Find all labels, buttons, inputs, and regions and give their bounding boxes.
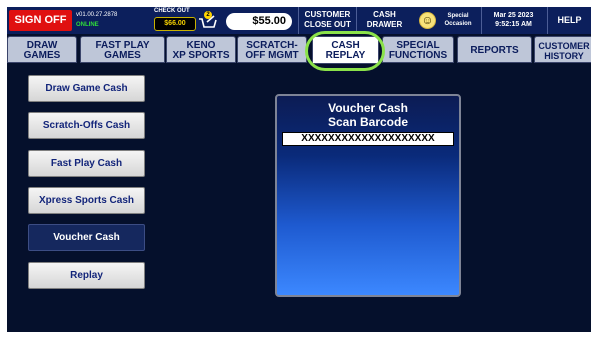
tab-cash-replay[interactable]: CASH REPLAY (312, 36, 379, 64)
cash-drawer-line1: CASH (373, 10, 396, 19)
xpress-sports-cash-button[interactable]: Xpress Sports Cash (28, 187, 145, 214)
panel-title: Voucher Cash (328, 101, 408, 115)
tab-line2: XP SPORTS (172, 50, 230, 61)
checkout-widget[interactable]: CHECK OUT $66.00 2 (150, 8, 220, 33)
close-out-line2: CLOSE OUT (304, 20, 351, 29)
panel-subtitle: Scan Barcode (327, 115, 409, 129)
tab-line2: REPLAY (325, 50, 366, 61)
tab-line2: FUNCTIONS (388, 50, 448, 61)
voucher-cash-panel: Voucher Cash Scan Barcode XXXXXXXXXXXXXX… (275, 94, 461, 297)
close-out-line1: CUSTOMER (304, 10, 351, 19)
tab-keno-xp-sports[interactable]: KENO XP SPORTS (166, 36, 236, 63)
version-status: v01.00.27.2878 ONLINE (74, 11, 130, 33)
replay-button[interactable]: Replay (28, 262, 145, 289)
special-occasion-button[interactable]: Special Occasion (437, 7, 479, 34)
checkout-label: CHECK OUT (154, 8, 190, 14)
tab-scratch-off-mgmt[interactable]: SCRATCH- OFF MGMT (237, 36, 307, 63)
special-line2: Occasion (444, 21, 472, 27)
help-button[interactable]: HELP (547, 7, 591, 34)
top-status-bar: SIGN OFF v01.00.27.2878 ONLINE CHECK OUT… (7, 7, 591, 34)
tab-fast-play-games[interactable]: FAST PLAY GAMES (80, 36, 165, 63)
tab-line2: GAMES (23, 50, 61, 61)
voucher-cash-button[interactable]: Voucher Cash (28, 224, 145, 251)
tab-special-functions[interactable]: SPECIAL FUNCTIONS (382, 36, 454, 63)
cash-drawer-line2: DRAWER (366, 20, 403, 29)
special-line1: Special (447, 13, 469, 19)
main-tabs: DRAW GAMES FAST PLAY GAMES KENO XP SPORT… (7, 34, 591, 64)
time-label: 9:52:15 AM (495, 21, 532, 28)
total-amount: $55.00 (226, 13, 292, 30)
tab-customer-history[interactable]: CUSTOMER HISTORY (534, 36, 591, 63)
barcode-input[interactable]: XXXXXXXXXXXXXXXXXXXX (282, 132, 454, 146)
checkout-amount: $66.00 (154, 17, 196, 31)
tab-line1: REPORTS (470, 45, 519, 56)
tab-line2: HISTORY (544, 51, 584, 61)
fast-play-cash-button[interactable]: Fast Play Cash (28, 150, 145, 177)
tab-draw-games[interactable]: DRAW GAMES (7, 36, 77, 63)
tab-line1: CUSTOMER (538, 41, 590, 51)
terminal-screen: SIGN OFF v01.00.27.2878 ONLINE CHECK OUT… (7, 7, 591, 332)
smiley-icon[interactable]: ☺ (419, 12, 436, 29)
cart-icon[interactable]: 2 (198, 11, 218, 31)
customer-close-out-button[interactable]: CUSTOMER CLOSE OUT (298, 7, 356, 34)
scratch-offs-cash-button[interactable]: Scratch-Offs Cash (28, 112, 145, 139)
sign-off-button[interactable]: SIGN OFF (9, 10, 72, 31)
cart-count-badge: 2 (204, 11, 212, 19)
online-status: ONLINE (76, 22, 99, 28)
tab-line2: OFF MGMT (245, 50, 299, 61)
cash-drawer-button[interactable]: CASH DRAWER (356, 7, 412, 34)
draw-game-cash-button[interactable]: Draw Game Cash (28, 75, 145, 102)
version-label: v01.00.27.2878 (76, 12, 118, 18)
date-label: Mar 25 2023 (493, 12, 534, 19)
tab-reports[interactable]: REPORTS (457, 36, 532, 63)
tab-line2: GAMES (104, 50, 141, 61)
date-time-display: Mar 25 2023 9:52:15 AM (481, 7, 545, 34)
